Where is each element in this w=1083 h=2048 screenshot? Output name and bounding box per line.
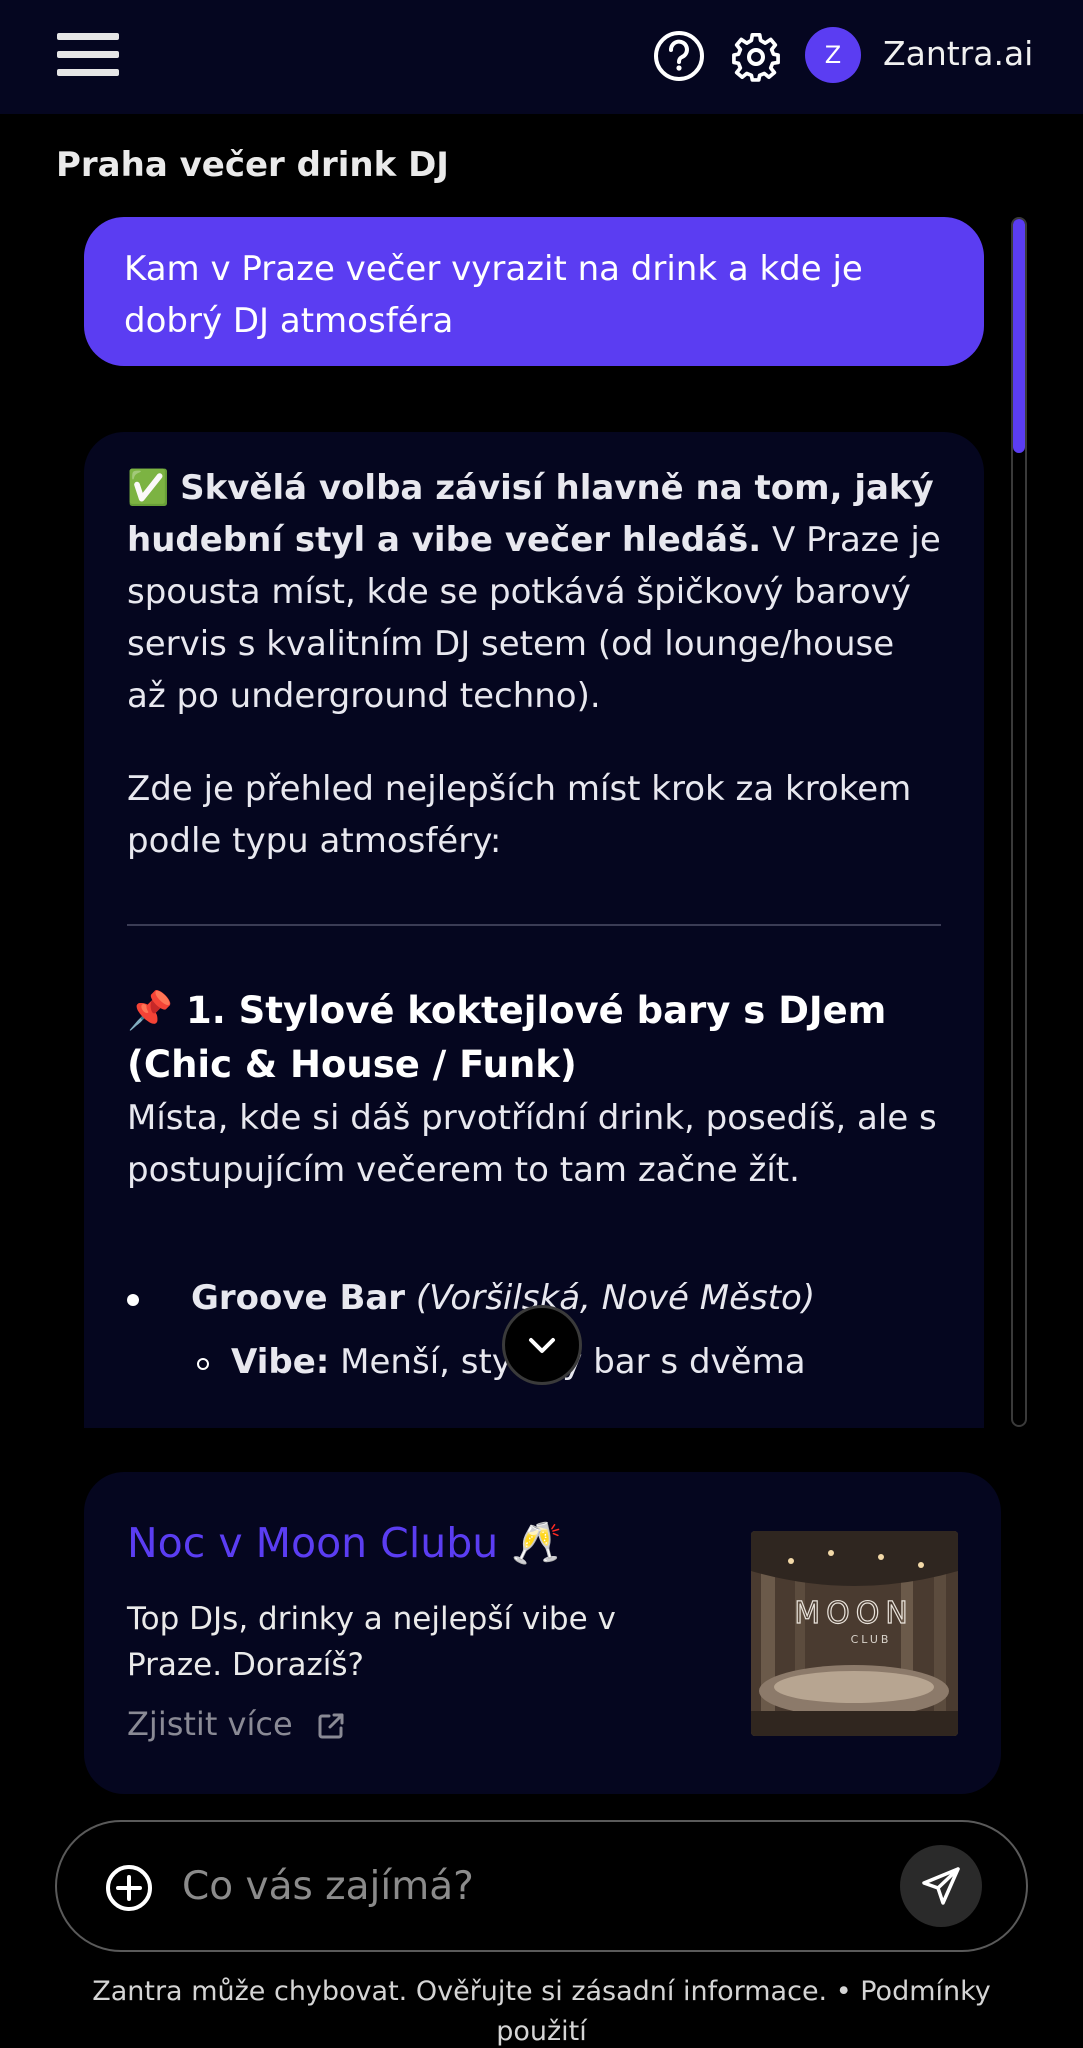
gear-icon[interactable] [728, 28, 784, 84]
divider [127, 924, 941, 926]
avatar[interactable]: Z [805, 27, 861, 83]
assistant-message: ✅ Skvělá volba závisí hlavně na tom, jak… [84, 432, 984, 1428]
send-icon [922, 1867, 960, 1905]
scrollbar-thumb[interactable] [1013, 219, 1025, 453]
promo-link[interactable]: Zjistit více [127, 1702, 347, 1746]
plus-circle-icon [106, 1865, 152, 1911]
list-item-location: (Voršilská, Nové Město) [405, 1278, 816, 1318]
answer-intro: ✅ Skvělá volba závisí hlavně na tom, jak… [127, 462, 941, 722]
user-message: Kam v Praze večer vyrazit na drink a kde… [84, 217, 984, 366]
message-input[interactable] [182, 1856, 742, 1916]
chat-title: Praha večer drink DJ [56, 145, 449, 185]
footer-disclaimer: Zantra může chybovat. Ověřujte si zásadn… [92, 1976, 991, 2047]
check-emoji: ✅ [127, 468, 170, 508]
promo-image-logo-subtext: CLUB [851, 1633, 892, 1646]
sub-item-label: Vibe: [231, 1342, 330, 1382]
list-item-title: Groove Bar [191, 1278, 406, 1318]
help-icon[interactable] [652, 29, 706, 83]
brand-name: Zantra.ai [883, 34, 1034, 73]
promo-image-logo-text: MOON [794, 1596, 914, 1631]
external-link-icon [318, 1713, 344, 1739]
menu-icon[interactable] [57, 31, 119, 79]
assistant-message-viewport: ✅ Skvělá volba závisí hlavně na tom, jak… [84, 432, 984, 1428]
answer-paragraph: Zde je přehled nejlepších míst krok za k… [127, 769, 912, 861]
promo-link-label[interactable]: Zjistit více [127, 1705, 293, 1743]
send-button[interactable] [900, 1845, 982, 1927]
promo-title[interactable]: Noc v Moon Clubu 🥂 [127, 1514, 562, 1572]
promo-card[interactable]: Noc v Moon Clubu 🥂 Top DJs, drinky a nej… [84, 1472, 1001, 1794]
chevron-down-icon [529, 1338, 555, 1353]
promo-description: Top DJs, drinky a nejlepší vibe v Praze.… [127, 1601, 616, 1683]
pin-emoji: 📌 [127, 989, 174, 1032]
sub-bullet [197, 1358, 209, 1370]
top-bar: Z Zantra.ai [0, 0, 1083, 114]
section-heading-text: 1. Stylové koktejlové bary s DJem (Chic … [127, 989, 887, 1086]
composer [55, 1820, 1028, 1952]
promo-image[interactable]: MOON CLUB [751, 1531, 958, 1736]
scroll-down-button[interactable] [502, 1305, 582, 1385]
section-paragraph: Místa, kde si dáš prvotřídní drink, pose… [127, 1098, 937, 1190]
section-heading: 📌 1. Stylové koktejlové bary s DJem (Chi… [127, 984, 941, 1092]
add-attachment-button[interactable] [105, 1864, 153, 1916]
bullet [127, 1294, 139, 1306]
